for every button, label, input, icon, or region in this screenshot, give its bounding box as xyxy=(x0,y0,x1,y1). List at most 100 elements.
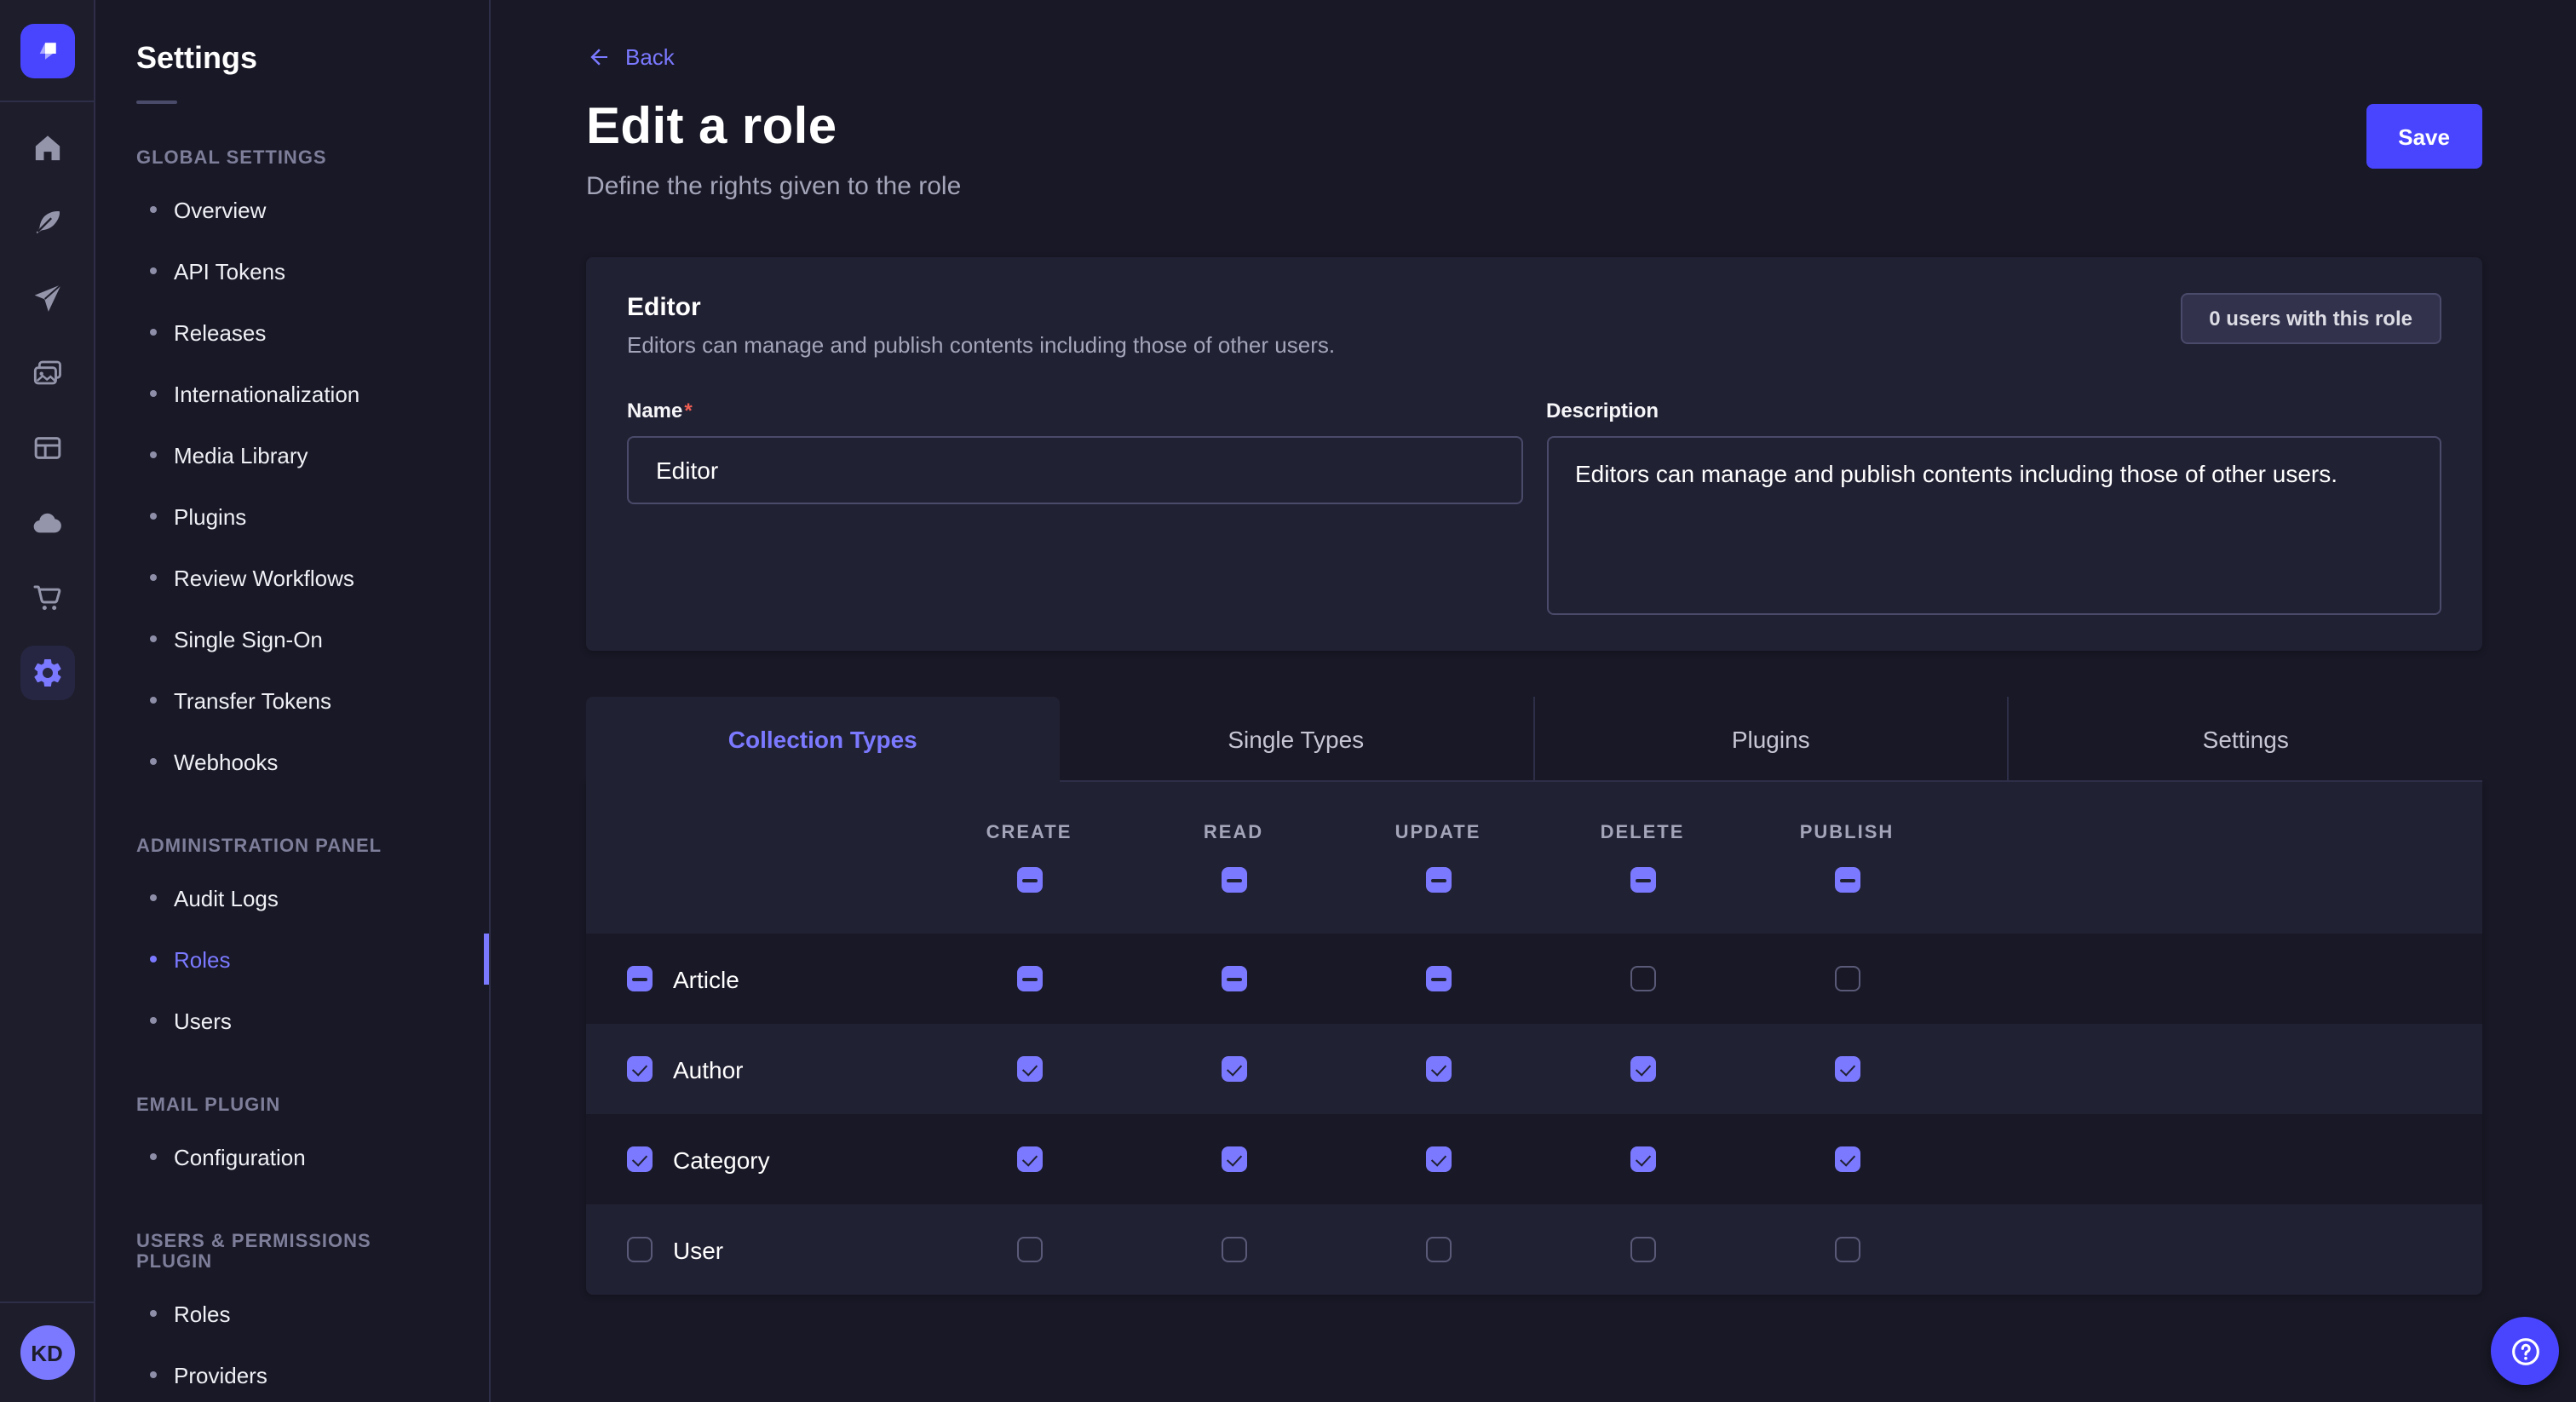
section-email-plugin: EMAIL PLUGIN xyxy=(136,1095,448,1116)
sidebar-item-roles-admin[interactable]: Roles xyxy=(95,928,489,990)
sidebar-item-media-library[interactable]: Media Library xyxy=(95,424,489,486)
select-all-read-checkbox[interactable] xyxy=(1221,867,1246,893)
column-publish: PUBLISH xyxy=(1745,823,1949,893)
article-read-checkbox[interactable] xyxy=(1221,966,1246,991)
cloud-icon[interactable] xyxy=(20,496,74,550)
paper-plane-icon[interactable] xyxy=(20,271,74,325)
description-label: Description xyxy=(1546,399,1659,422)
user-publish-checkbox[interactable] xyxy=(1834,1237,1860,1262)
row-checkbox-user[interactable] xyxy=(627,1237,653,1262)
cart-icon[interactable] xyxy=(20,571,74,625)
bullet-icon xyxy=(150,267,157,274)
bullet-icon xyxy=(150,574,157,581)
sidebar-item-roles-up[interactable]: Roles xyxy=(95,1283,489,1344)
bullet-icon xyxy=(150,894,157,901)
subnav-title-divider xyxy=(136,101,177,104)
users-with-role-button[interactable]: 0 users with this role xyxy=(2180,293,2441,344)
back-link[interactable]: Back xyxy=(586,44,675,70)
category-create-checkbox[interactable] xyxy=(1016,1146,1042,1172)
row-checkbox-article[interactable] xyxy=(627,966,653,991)
column-read: READ xyxy=(1131,823,1336,893)
column-delete: DELETE xyxy=(1540,823,1745,893)
category-update-checkbox[interactable] xyxy=(1425,1146,1451,1172)
category-read-checkbox[interactable] xyxy=(1221,1146,1246,1172)
author-read-checkbox[interactable] xyxy=(1221,1056,1246,1082)
layout-icon[interactable] xyxy=(20,421,74,475)
name-input[interactable] xyxy=(627,436,1522,504)
article-create-checkbox[interactable] xyxy=(1016,966,1042,991)
strapi-logo[interactable] xyxy=(20,24,74,78)
sidebar-item-plugins[interactable]: Plugins xyxy=(95,486,489,547)
article-delete-checkbox[interactable] xyxy=(1630,966,1655,991)
sidebar-item-releases[interactable]: Releases xyxy=(95,302,489,363)
user-read-checkbox[interactable] xyxy=(1221,1237,1246,1262)
bullet-icon xyxy=(150,635,157,642)
page-title: Edit a role xyxy=(586,99,961,157)
required-asterisk: * xyxy=(684,399,692,422)
avatar[interactable]: KD xyxy=(20,1325,74,1380)
bullet-icon xyxy=(150,1310,157,1317)
save-button[interactable]: Save xyxy=(2366,104,2482,169)
sidebar-item-audit-logs[interactable]: Audit Logs xyxy=(95,867,489,928)
description-textarea[interactable]: Editors can manage and publish contents … xyxy=(1546,436,2441,615)
sidebar-item-single-sign-on[interactable]: Single Sign-On xyxy=(95,608,489,669)
author-publish-checkbox[interactable] xyxy=(1834,1056,1860,1082)
select-all-delete-checkbox[interactable] xyxy=(1630,867,1655,893)
section-administration-panel: ADMINISTRATION PANEL xyxy=(136,836,448,857)
author-delete-checkbox[interactable] xyxy=(1630,1056,1655,1082)
user-delete-checkbox[interactable] xyxy=(1630,1237,1655,1262)
sidebar-item-providers[interactable]: Providers xyxy=(95,1344,489,1402)
user-create-checkbox[interactable] xyxy=(1016,1237,1042,1262)
bullet-icon xyxy=(150,697,157,704)
description-field-group: Description Editors can manage and publi… xyxy=(1546,395,2441,615)
role-description-text: Editors can manage and publish contents … xyxy=(627,332,1335,358)
gear-icon[interactable] xyxy=(20,646,74,700)
tab-single-types[interactable]: Single Types xyxy=(1060,697,1533,782)
select-all-publish-checkbox[interactable] xyxy=(1834,867,1860,893)
category-delete-checkbox[interactable] xyxy=(1630,1146,1655,1172)
role-info-card: Editor Editors can manage and publish co… xyxy=(586,257,2482,651)
category-publish-checkbox[interactable] xyxy=(1834,1146,1860,1172)
sidebar-item-webhooks[interactable]: Webhooks xyxy=(95,731,489,792)
home-icon[interactable] xyxy=(20,121,74,175)
sidebar-item-api-tokens[interactable]: API Tokens xyxy=(95,240,489,302)
images-icon[interactable] xyxy=(20,346,74,400)
bullet-icon xyxy=(150,1017,157,1024)
feather-icon[interactable] xyxy=(20,196,74,250)
sidebar-item-internationalization[interactable]: Internationalization xyxy=(95,363,489,424)
icon-rail: KD xyxy=(0,0,95,1402)
row-checkbox-category[interactable] xyxy=(627,1146,653,1172)
bullet-icon xyxy=(150,513,157,520)
bullet-icon xyxy=(150,329,157,336)
user-update-checkbox[interactable] xyxy=(1425,1237,1451,1262)
bullet-icon xyxy=(150,206,157,213)
sidebar-item-overview[interactable]: Overview xyxy=(95,179,489,240)
bullet-icon xyxy=(150,1371,157,1378)
author-update-checkbox[interactable] xyxy=(1425,1056,1451,1082)
bullet-icon xyxy=(150,956,157,962)
help-button[interactable] xyxy=(2491,1317,2559,1385)
row-label: User xyxy=(673,1236,723,1263)
author-create-checkbox[interactable] xyxy=(1016,1056,1042,1082)
article-update-checkbox[interactable] xyxy=(1425,966,1451,991)
permissions-header-row: CREATE READ UPDATE DELETE PUBLISH xyxy=(586,782,2482,934)
row-checkbox-author[interactable] xyxy=(627,1056,653,1082)
settings-subnav: Settings GLOBAL SETTINGS Overview API To… xyxy=(95,0,491,1402)
tab-settings[interactable]: Settings xyxy=(2008,697,2483,782)
sidebar-item-configuration[interactable]: Configuration xyxy=(95,1126,489,1187)
page-subtitle: Define the rights given to the role xyxy=(586,172,961,201)
sidebar-item-review-workflows[interactable]: Review Workflows xyxy=(95,547,489,608)
sidebar-item-transfer-tokens[interactable]: Transfer Tokens xyxy=(95,669,489,731)
table-row-article: Article xyxy=(586,934,2482,1024)
column-create: CREATE xyxy=(927,823,1131,893)
permissions-panel: CREATE READ UPDATE DELETE PUBLISH xyxy=(586,782,2482,1295)
select-all-update-checkbox[interactable] xyxy=(1425,867,1451,893)
rail-bottom-divider xyxy=(0,1301,95,1303)
sidebar-item-users[interactable]: Users xyxy=(95,990,489,1051)
tab-collection-types[interactable]: Collection Types xyxy=(586,697,1060,782)
article-publish-checkbox[interactable] xyxy=(1834,966,1860,991)
tab-plugins[interactable]: Plugins xyxy=(1532,697,2008,782)
bullet-icon xyxy=(150,451,157,458)
select-all-create-checkbox[interactable] xyxy=(1016,867,1042,893)
name-field-group: Name* xyxy=(627,395,1522,615)
